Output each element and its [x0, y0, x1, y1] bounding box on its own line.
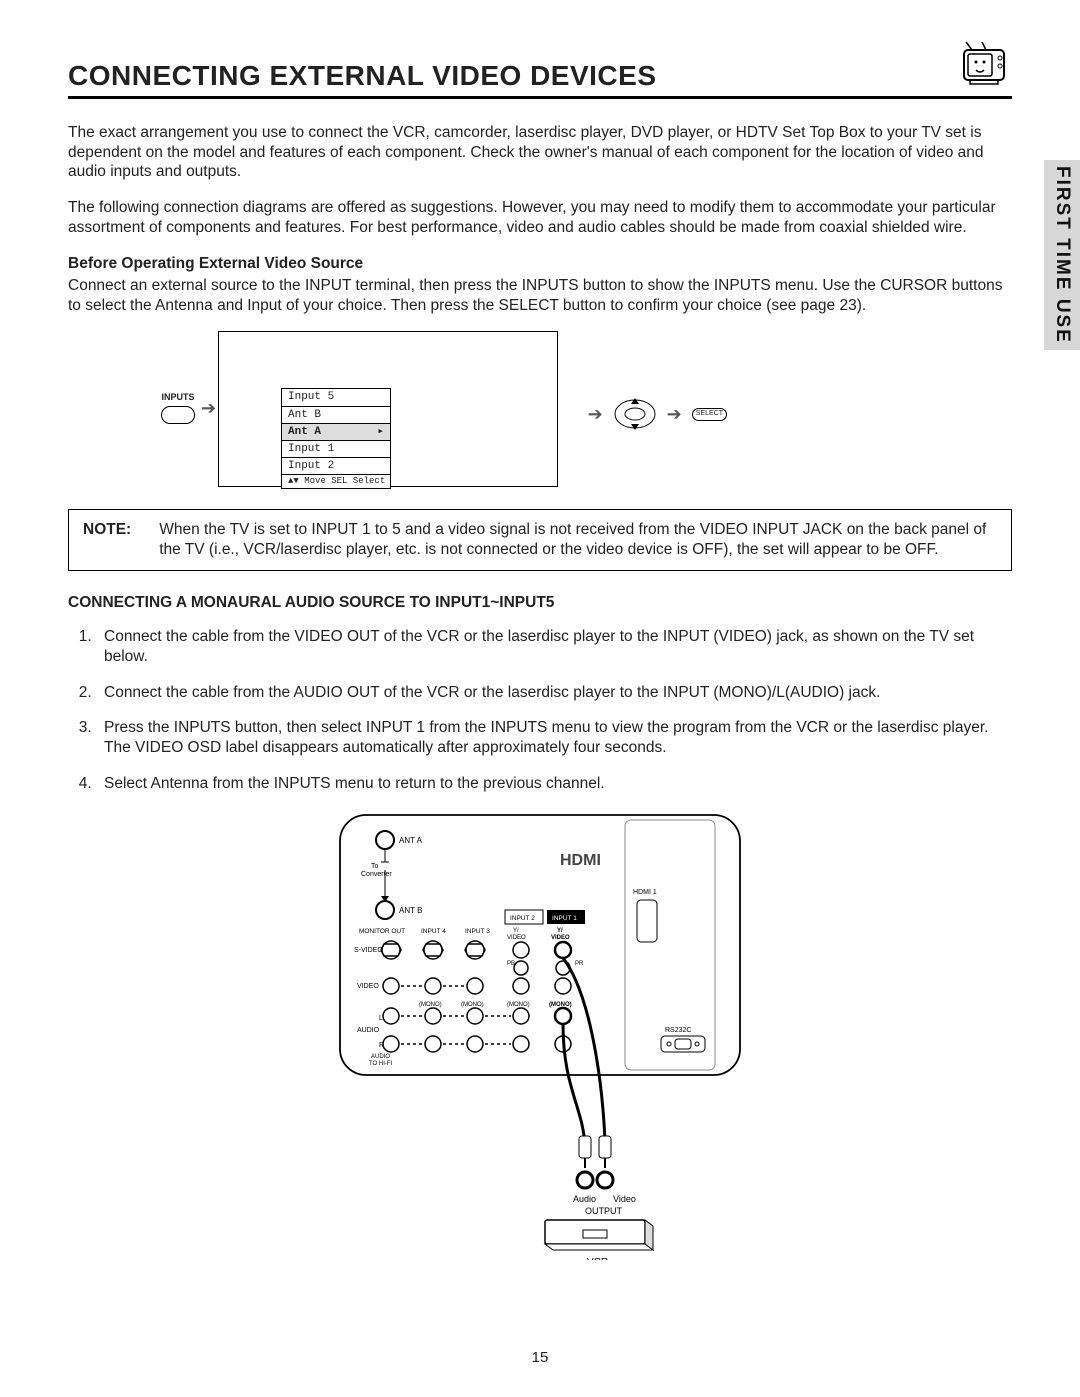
- note-box: NOTE: When the TV is set to INPUT 1 to 5…: [68, 509, 1012, 571]
- step-1: Connect the cable from the VIDEO OUT of …: [96, 627, 1012, 667]
- menu-item: Input 1: [282, 441, 390, 458]
- before-operating-text: Connect an external source to the INPUT …: [68, 276, 1012, 316]
- row-video: VIDEO: [357, 983, 379, 990]
- svg-text:Converter: Converter: [361, 871, 392, 878]
- arrow-right-icon: ➔: [201, 397, 216, 420]
- tv-cartoon-icon: [952, 40, 1012, 94]
- col-input2: INPUT 2: [510, 915, 535, 922]
- svg-text:PR: PR: [575, 961, 584, 967]
- svg-text:VIDEO: VIDEO: [551, 935, 570, 941]
- inputs-button-block: INPUTS ➔: [161, 392, 216, 424]
- select-remote-button: SELECT: [692, 408, 727, 421]
- section-tab-first-time-use: FIRST TIME USE: [1044, 160, 1080, 350]
- vcr-audio-label: Audio: [573, 1194, 596, 1204]
- col-input4: INPUT 4: [421, 928, 446, 935]
- step-2: Connect the cable from the AUDIO OUT of …: [96, 683, 1012, 703]
- step-4: Select Antenna from the INPUTS menu to r…: [96, 774, 1012, 794]
- page-number: 15: [532, 1348, 549, 1367]
- page-header: CONNECTING EXTERNAL VIDEO DEVICES: [68, 40, 1012, 99]
- hdmi-logo: HDMI: [560, 852, 601, 869]
- note-label: NOTE:: [83, 520, 131, 560]
- svg-text:Y/: Y/: [513, 928, 519, 934]
- note-text: When the TV is set to INPUT 1 to 5 and a…: [159, 520, 997, 560]
- menu-item: Ant B: [282, 407, 390, 424]
- intro-paragraph-1: The exact arrangement you use to connect…: [68, 123, 1012, 182]
- monaural-heading: CONNECTING A MONAURAL AUDIO SOURCE TO IN…: [68, 593, 1012, 613]
- menu-item: Input 2: [282, 458, 390, 475]
- col-input1: INPUT 1: [552, 915, 577, 922]
- ant-a-label: ANT A: [399, 836, 423, 845]
- inputs-remote-button: INPUTS: [161, 392, 195, 424]
- svg-text:(MONO): (MONO): [549, 1002, 572, 1008]
- inputs-button-label: INPUTS: [161, 392, 195, 404]
- cursor-pad-icon: [613, 394, 657, 434]
- vcr-video-label: Video: [613, 1194, 636, 1204]
- submenu-arrow-icon: ▸: [377, 425, 384, 439]
- to-converter-label: To: [371, 863, 379, 870]
- cursor-select-group: ➔ ➔ SELECT: [588, 394, 727, 434]
- arrow-right-icon: ➔: [667, 403, 682, 426]
- back-panel-svg: HDMI HDMI 1 ANT A ANT B To Converter MON…: [335, 810, 745, 1260]
- tv-screen-outline: INPUTS ➔ Input 5 Ant B Ant A▸ Input 1 In…: [218, 331, 558, 487]
- ant-b-label: ANT B: [399, 906, 422, 915]
- back-panel-diagram: HDMI HDMI 1 ANT A ANT B To Converter MON…: [68, 810, 1012, 1266]
- svg-text:Y/: Y/: [557, 928, 563, 934]
- before-operating-heading: Before Operating External Video Source: [68, 254, 1012, 274]
- inputs-button-icon: [161, 406, 195, 424]
- svg-text:TO HI-FI: TO HI-FI: [369, 1061, 393, 1067]
- svg-text:(MONO): (MONO): [461, 1002, 484, 1008]
- svg-text:AUDIO: AUDIO: [371, 1054, 390, 1060]
- arrow-right-icon: ➔: [588, 403, 603, 426]
- svg-text:(MONO): (MONO): [419, 1002, 442, 1008]
- section-tab-label: FIRST TIME USE: [1050, 166, 1074, 344]
- svg-text:(MONO): (MONO): [507, 1002, 530, 1008]
- menu-footer: ▲▼ Move SEL Select: [282, 475, 390, 489]
- menu-item-selected: Ant A▸: [282, 424, 390, 441]
- row-audio: AUDIO: [357, 1027, 380, 1034]
- svg-text:VIDEO: VIDEO: [507, 935, 526, 941]
- connection-steps: Connect the cable from the VIDEO OUT of …: [68, 627, 1012, 794]
- vcr-label: VCR: [587, 1257, 608, 1260]
- row-svideo: S-VIDEO: [354, 947, 383, 954]
- hdmi1-label: HDMI 1: [633, 889, 657, 896]
- inputs-onscreen-menu: Input 5 Ant B Ant A▸ Input 1 Input 2 ▲▼ …: [281, 388, 391, 489]
- rs232c-label: RS232C: [665, 1027, 691, 1034]
- col-input3: INPUT 3: [465, 928, 490, 935]
- vcr-output-label: OUTPUT: [585, 1206, 623, 1216]
- svg-text:PB: PB: [507, 961, 515, 967]
- menu-item: Input 5: [282, 389, 390, 406]
- col-monitor-out: MONITOR OUT: [359, 928, 405, 935]
- inputs-diagram: INPUTS ➔ Input 5 Ant B Ant A▸ Input 1 In…: [218, 331, 1012, 487]
- step-3: Press the INPUTS button, then select INP…: [96, 718, 1012, 758]
- page-title: CONNECTING EXTERNAL VIDEO DEVICES: [68, 58, 657, 94]
- intro-paragraph-2: The following connection diagrams are of…: [68, 198, 1012, 238]
